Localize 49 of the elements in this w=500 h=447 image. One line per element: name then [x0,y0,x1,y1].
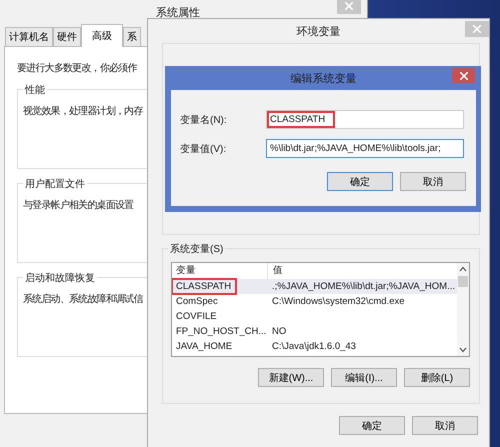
tab[interactable]: 高级 [81,24,123,47]
close-icon [460,72,468,80]
list-row[interactable]: FP_NO_HOST_CH... NO [172,324,457,339]
tab[interactable]: 系 [123,27,141,46]
table-cell-text: COVFILE [175,310,218,324]
group-title: 启动和故障恢复 [23,271,97,285]
table-cell-text: C:\Java\jdk1.6.0_43 [271,340,356,354]
dialog-button[interactable]: 确定 [327,172,393,191]
table-cell-text: C:\Windows\system32\cmd.exe [271,294,405,308]
group-description: 视觉效果，处理器计划，内存 [23,106,143,117]
dialog-button[interactable]: 新建(W)... [258,368,324,387]
scrollbar[interactable] [457,263,469,356]
dialog-button[interactable]: 确定 [339,416,405,435]
close-icon [473,25,481,33]
field-label: 变量值(V): [180,142,228,156]
scroll-up-icon [459,266,467,272]
dialog-button[interactable]: 取消 [400,172,466,191]
dialog-title: 编辑系统变量 [290,72,356,86]
group-title: 性能 [23,83,47,97]
dialog-button[interactable]: 编辑(I)... [331,368,397,387]
group-title: 用户配置文件 [23,177,87,191]
window-title: 环境变量 [296,24,340,38]
list-row[interactable]: JAVA_HOME C:\Java\jdk1.6.0_43 [172,339,457,354]
scroll-down-icon [459,347,467,353]
tab[interactable]: 硬件 [53,27,81,46]
close-button[interactable] [452,68,475,83]
table-cell-text: FP_NO_HOST_CH... [175,324,267,338]
scrollbar-thumb[interactable] [458,276,468,287]
input-field[interactable]: %\lib\dt.jar;%JAVA_HOME%\lib\tools.jar; [266,139,464,158]
list-row[interactable]: CLASSPATH .;%JAVA_HOME%\lib\dt.jar;%JAVA_HOM... [172,279,457,294]
column-header[interactable]: 变量 [172,263,267,279]
instruction-text: 要进行大多数更改，你必须作 [17,62,138,75]
group-description: 系统启动、系统故障和调试信 [23,294,143,305]
dialog-button[interactable]: 删除(L) [404,368,470,387]
tab[interactable]: 计算机名 [5,27,53,46]
list-row[interactable]: ComSpec C:\Windows\system32\cmd.exe [172,294,457,309]
table-cell-text: ComSpec [175,294,219,308]
table-cell-text: .;%JAVA_HOME%\lib\dt.jar;%JAVA_HOM... [271,280,456,294]
group-description: 与登录帐户相关的桌面设置 [23,200,134,211]
table-cell-text: NO [271,324,286,338]
window-title: 系统属性 [156,6,200,20]
close-icon [345,2,353,10]
table-cell-text: JAVA_HOME [175,340,234,354]
field-label: 变量名(N): [180,114,228,126]
input-field[interactable]: CLASSPATH [266,110,464,129]
dialog-button[interactable]: 取消 [412,416,478,435]
list-row[interactable]: COVFILE [172,309,457,324]
group-title: 系统变量(S) [168,242,226,256]
table-cell: CLASSPATH [172,279,236,294]
